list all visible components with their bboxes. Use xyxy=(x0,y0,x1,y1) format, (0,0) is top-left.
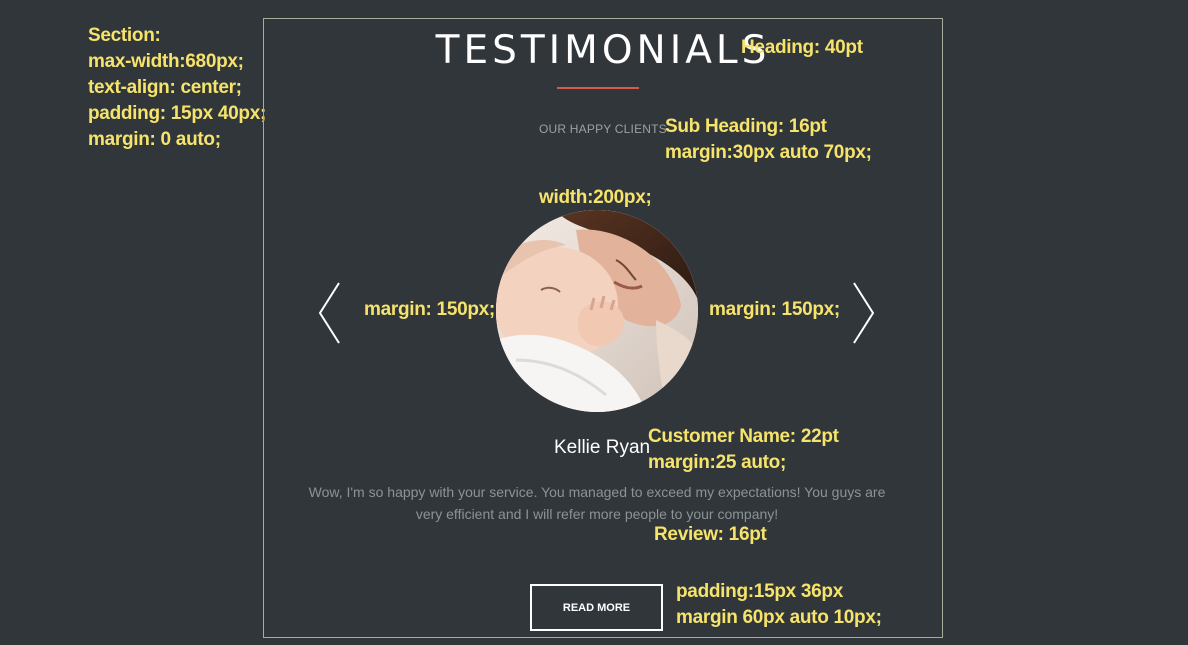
mother-and-baby-photo xyxy=(496,210,698,412)
margin-left-annotation: margin: 150px; xyxy=(364,299,495,320)
photo-width-annotation: width:200px; xyxy=(539,187,652,208)
testimonials-section: TESTIMONIALS OUR HAPPY CLIENTS Kellie Ry… xyxy=(263,18,943,638)
customer-photo xyxy=(496,210,698,412)
annotation-line: Section: xyxy=(88,25,161,46)
section-spec-annotation: Section: max-width:680px; text-align: ce… xyxy=(88,23,266,153)
annotation-line: margin 60px auto 10px; xyxy=(676,607,882,628)
annotation-line: margin: 0 auto; xyxy=(88,129,221,150)
annotation-line: margin:25 auto; xyxy=(648,452,787,473)
annotation-line: text-align: center; xyxy=(88,77,242,98)
annotation-line: padding: 15px 40px; xyxy=(88,103,267,124)
subheading-spec-annotation: Sub Heading: 16pt margin:30px auto 70px; xyxy=(665,114,872,166)
customer-name: Kellie Ryan xyxy=(554,437,651,458)
section-subheading: OUR HAPPY CLIENTS xyxy=(539,122,667,136)
customer-name-annotation: Customer Name: 22pt margin:25 auto; xyxy=(648,424,839,476)
review-text: Wow, I'm so happy with your service. You… xyxy=(308,484,886,522)
chevron-left-icon[interactable] xyxy=(317,281,343,345)
read-more-button[interactable]: READ MORE xyxy=(530,584,663,631)
review-spec-annotation: Review: 16pt xyxy=(654,524,767,545)
heading-spec-annotation: Heading: 40pt xyxy=(741,37,863,58)
button-spec-annotation: padding:15px 36px margin 60px auto 10px; xyxy=(676,579,882,631)
annotation-line: Customer Name: 22pt xyxy=(648,426,839,447)
heading-divider xyxy=(557,87,639,89)
margin-right-annotation: margin: 150px; xyxy=(709,299,840,320)
chevron-right-icon[interactable] xyxy=(850,281,876,345)
annotation-line: padding:15px 36px xyxy=(676,581,843,602)
annotation-line: margin:30px auto 70px; xyxy=(665,142,872,163)
annotation-line: max-width:680px; xyxy=(88,51,244,72)
annotation-line: Sub Heading: 16pt xyxy=(665,116,827,137)
